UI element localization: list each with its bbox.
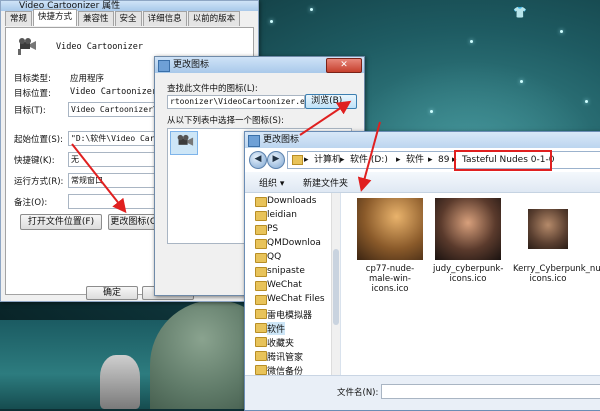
folder-icon [255,239,267,249]
breadcrumb-sep-icon: ▸ [304,155,309,165]
folder-icon [292,155,303,165]
start-in-field[interactable]: "D:\软件\Video Carto [68,131,162,146]
organize-button[interactable]: 组织 ▾ [259,176,284,189]
tab-shortcut[interactable]: 快捷方式 [33,9,78,26]
comment-field[interactable] [68,194,162,209]
filename-input[interactable] [381,384,600,399]
search-icon-file-label: 查找此文件中的图标(L): [167,84,258,94]
sidebar-item-favorites[interactable]: 收藏夹 [255,336,294,349]
file-name: Kerry_Cyberpunk_nude-icons.ico [513,264,600,284]
explorer-title: 更改图标 [263,135,300,145]
sidebar-item-software[interactable]: 软件 [255,322,286,335]
ok-button[interactable]: 确定 [86,286,138,300]
scrollbar-thumb[interactable] [333,249,339,325]
file-item[interactable]: judy_cyberpunk-icons.ico [433,198,503,284]
forward-icon[interactable]: ▶ [267,151,285,169]
breadcrumb-drive[interactable]: 软件 (D:) [350,152,388,168]
folder-icon [255,309,267,319]
tab-security[interactable]: 安全 [114,11,142,26]
icon-list-item[interactable] [170,131,198,155]
folder-icon [255,267,267,277]
file-name: cp77-nude-male-win-icons.ico [365,264,415,294]
icon-file-path-field[interactable]: rtoonizer\VideoCartoonizer.exe [167,95,305,109]
video-cartoonizer-icon [177,134,194,146]
annotation-box [454,150,552,171]
hotkey-field[interactable]: 无 [68,152,162,167]
folder-icon [255,337,267,347]
file-item[interactable]: Kerry_Cyberpunk_nude-icons.ico [513,198,600,284]
sidebar-scrollbar[interactable] [331,193,340,376]
folder-icon [255,295,267,305]
target-type-label: 目标类型: [14,74,51,84]
sidebar-item-wechat-files[interactable]: WeChat Files [255,294,325,305]
sidebar-item-downloads[interactable]: Downloads [255,196,316,207]
sidebar-item-qq[interactable]: QQ [255,252,281,263]
tab-general[interactable]: 常规 [5,11,33,26]
start-in-label: 起始位置(S): [14,135,63,145]
back-icon[interactable]: ◀ [249,151,267,169]
breadcrumb-sep-icon: ▸ [428,155,433,165]
file-name: judy_cyberpunk-icons.ico [433,264,504,284]
tab-previous-versions[interactable]: 以前的版本 [187,11,241,26]
folder-icon [255,211,267,221]
sidebar-item-ps[interactable]: PS [255,224,278,235]
file-thumbnail [528,209,568,249]
tab-details[interactable]: 详细信息 [142,11,187,26]
target-location-value: Video Cartoonizer [70,87,157,97]
folder-icon [255,281,267,291]
sidebar-item-leidian[interactable]: leidian [255,210,297,221]
sidebar-item-leidian-emulator[interactable]: 雷电模拟器 [255,308,312,321]
navigation-pane: Downloads leidian PS QMDownloa QQ snipas… [245,193,341,377]
sidebar-item-tencent-manager[interactable]: 腾讯管家 [255,350,303,363]
breadcrumb-sep-icon: ▸ [340,155,345,165]
close-icon[interactable]: ✕ [326,58,362,73]
folder-icon [255,323,267,333]
run-label: 运行方式(R): [14,177,64,187]
filename-label: 文件名(N): [337,388,379,398]
video-cartoonizer-app-icon [18,38,36,55]
properties-tabs: 常规 快捷方式 兼容性 安全 详细信息 以前的版本 [5,9,241,27]
breadcrumb-89[interactable]: 89 [438,152,449,168]
target-field[interactable]: Video Cartoonizer\V [68,102,162,117]
file-thumbnail [357,198,423,260]
explorer-footer: 文件名(N): [245,375,600,410]
window-icon [158,60,170,72]
target-type-value: 应用程序 [70,74,105,84]
folder-icon [255,225,267,235]
wallpaper-figure [100,355,140,409]
app-name: Video Cartoonizer [56,42,143,52]
run-select[interactable]: 常规窗口 [68,173,162,188]
address-bar[interactable]: ▸ 计算机 ▸ 软件 (D:) ▸ 软件 ▸ 89 ▸ Tasteful Nud… [287,151,600,169]
target-location-label: 目标位置: [14,89,51,99]
file-thumbnail [435,198,501,260]
new-folder-button[interactable]: 新建文件夹 [303,176,348,189]
explorer-toolbar: 组织 ▾ 新建文件夹 [245,172,600,193]
tab-compatibility[interactable]: 兼容性 [78,11,114,26]
change-icon-titlebar: 更改图标 ✕ [155,57,364,73]
browse-button[interactable]: 浏览(B)... [305,94,357,109]
breadcrumb-computer[interactable]: 计算机 [314,152,341,168]
hotkey-label: 快捷键(K): [14,156,55,166]
folder-icon [255,253,267,263]
breadcrumb-software[interactable]: 软件 [406,152,424,168]
open-file-dialog: 更改图标 ◀ ▶ ▸ 计算机 ▸ 软件 (D:) ▸ 软件 ▸ 89 ▸ Tas… [244,131,600,411]
open-file-location-button[interactable]: 打开文件位置(F) [20,214,102,230]
sidebar-item-snipaste[interactable]: snipaste [255,266,305,277]
tshirt-icon: 👕 [513,6,527,19]
explorer-titlebar: 更改图标 [245,132,600,148]
select-icon-label: 从以下列表中选择一个图标(S): [167,116,284,126]
target-label: 目标(T): [14,106,46,116]
sidebar-item-wechat[interactable]: WeChat [255,280,302,291]
sidebar-item-qmdownload[interactable]: QMDownloa [255,238,321,249]
window-icon [248,135,260,147]
file-item[interactable]: cp77-nude-male-win-icons.ico [355,198,425,294]
breadcrumb-sep-icon: ▸ [396,155,401,165]
wallpaper-stream [0,320,170,409]
folder-icon [255,197,267,207]
comment-label: 备注(O): [14,198,48,208]
change-icon-title: 更改图标 [173,60,210,70]
folder-icon [255,351,267,361]
folder-icon [255,365,267,375]
